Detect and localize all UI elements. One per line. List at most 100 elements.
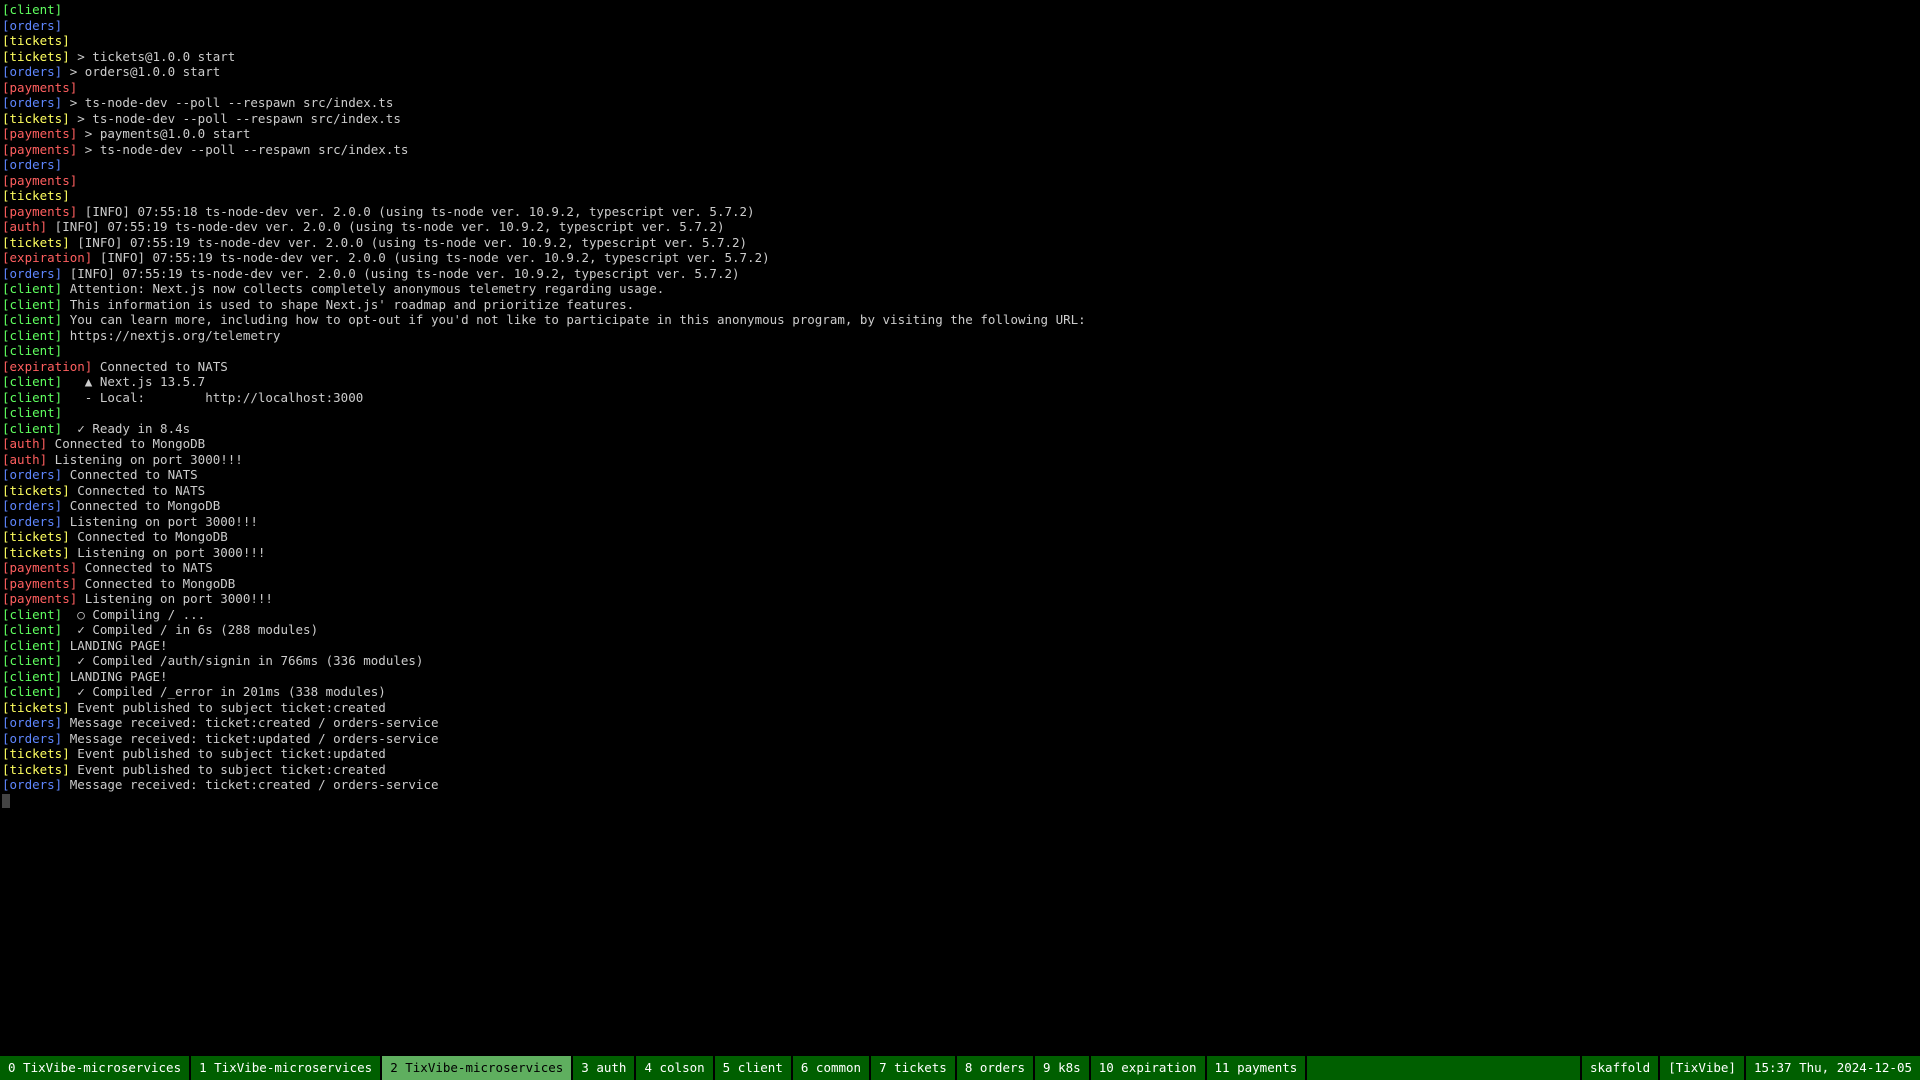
log-line: [client] LANDING PAGE!: [2, 669, 1918, 685]
log-line: [tickets] [INFO] 07:55:19 ts-node-dev ve…: [2, 235, 1918, 251]
service-tag-payments: [payments]: [2, 576, 77, 591]
log-message: [INFO] 07:55:18 ts-node-dev ver. 2.0.0 (…: [77, 204, 754, 219]
log-message: Listening on port 3000!!!: [62, 514, 258, 529]
service-tag-client: [client]: [2, 297, 62, 312]
tmux-window-5[interactable]: 5 client: [715, 1056, 793, 1080]
log-message: [INFO] 07:55:19 ts-node-dev ver. 2.0.0 (…: [62, 266, 739, 281]
tmux-window-4[interactable]: 4 colson: [636, 1056, 714, 1080]
tmux-window-8[interactable]: 8 orders: [957, 1056, 1035, 1080]
service-tag-orders: [orders]: [2, 514, 62, 529]
service-tag-payments: [payments]: [2, 204, 77, 219]
service-tag-orders: [orders]: [2, 777, 62, 792]
log-line: [expiration] Connected to NATS: [2, 359, 1918, 375]
service-tag-client: [client]: [2, 669, 62, 684]
tmux-window-0[interactable]: 0 TixVibe-microservices: [0, 1056, 191, 1080]
service-tag-orders: [orders]: [2, 467, 62, 482]
service-tag-tickets: [tickets]: [2, 746, 70, 761]
log-message: [62, 405, 70, 420]
log-line: [client]: [2, 405, 1918, 421]
service-tag-client: [client]: [2, 328, 62, 343]
service-tag-payments: [payments]: [2, 173, 77, 188]
log-message: ✓ Compiled /auth/signin in 766ms (336 mo…: [62, 653, 423, 668]
service-tag-orders: [orders]: [2, 64, 62, 79]
log-message: LANDING PAGE!: [62, 638, 167, 653]
log-message: LANDING PAGE!: [62, 669, 167, 684]
service-tag-tickets: [tickets]: [2, 762, 70, 777]
service-tag-orders: [orders]: [2, 731, 62, 746]
log-line: [payments] Connected to NATS: [2, 560, 1918, 576]
log-message: - Local: http://localhost:3000: [62, 390, 363, 405]
tmux-window-1[interactable]: 1 TixVibe-microservices: [191, 1056, 382, 1080]
log-line: [auth] Connected to MongoDB: [2, 436, 1918, 452]
log-line: [client] ✓ Compiled /_error in 201ms (33…: [2, 684, 1918, 700]
log-message: https://nextjs.org/telemetry: [62, 328, 280, 343]
tmux-window-list: 0 TixVibe-microservices1 TixVibe-microse…: [0, 1056, 1307, 1080]
log-message: [62, 157, 70, 172]
service-tag-client: [client]: [2, 638, 62, 653]
log-message: ✓ Compiled /_error in 201ms (338 modules…: [62, 684, 386, 699]
tmux-window-6[interactable]: 6 common: [793, 1056, 871, 1080]
session-name: [TixVibe]: [1658, 1056, 1744, 1080]
log-message: [62, 343, 70, 358]
log-line: [client] ✓ Compiled /auth/signin in 766m…: [2, 653, 1918, 669]
log-message: ✓ Compiled / in 6s (288 modules): [62, 622, 318, 637]
log-line: [expiration] [INFO] 07:55:19 ts-node-dev…: [2, 250, 1918, 266]
tmux-window-11[interactable]: 11 payments: [1207, 1056, 1308, 1080]
cursor-line: [2, 793, 1918, 809]
terminal-output[interactable]: [client] [orders] [tickets] [tickets] > …: [0, 0, 1920, 1056]
service-tag-auth: [auth]: [2, 436, 47, 451]
log-line: [auth] Listening on port 3000!!!: [2, 452, 1918, 468]
log-line: [orders] [INFO] 07:55:19 ts-node-dev ver…: [2, 266, 1918, 282]
log-message: Connected to MongoDB: [70, 529, 228, 544]
log-line: [tickets] Connected to NATS: [2, 483, 1918, 499]
log-message: > ts-node-dev --poll --respawn src/index…: [62, 95, 393, 110]
log-line: [payments] Listening on port 3000!!!: [2, 591, 1918, 607]
log-message: You can learn more, including how to opt…: [62, 312, 1086, 327]
datetime: 15:37 Thu, 2024-12-05: [1744, 1056, 1920, 1080]
service-tag-orders: [orders]: [2, 498, 62, 513]
log-message: [77, 80, 85, 95]
log-line: [tickets] Connected to MongoDB: [2, 529, 1918, 545]
log-line: [orders]: [2, 18, 1918, 34]
service-tag-payments: [payments]: [2, 126, 77, 141]
service-tag-client: [client]: [2, 374, 62, 389]
log-message: ▲ Next.js 13.5.7: [62, 374, 205, 389]
service-tag-payments: [payments]: [2, 560, 77, 575]
log-message: Message received: ticket:created / order…: [62, 715, 438, 730]
log-message: [62, 18, 70, 33]
service-tag-orders: [orders]: [2, 157, 62, 172]
log-line: [tickets] Event published to subject tic…: [2, 700, 1918, 716]
log-message: Connected to NATS: [77, 560, 212, 575]
log-message: > tickets@1.0.0 start: [70, 49, 236, 64]
tmux-window-7[interactable]: 7 tickets: [871, 1056, 957, 1080]
tmux-window-2[interactable]: 2 TixVibe-microservices: [382, 1056, 573, 1080]
tmux-window-10[interactable]: 10 expiration: [1091, 1056, 1207, 1080]
tmux-window-3[interactable]: 3 auth: [573, 1056, 636, 1080]
tmux-window-9[interactable]: 9 k8s: [1035, 1056, 1091, 1080]
log-line: [orders] Listening on port 3000!!!: [2, 514, 1918, 530]
log-line: [tickets] Event published to subject tic…: [2, 746, 1918, 762]
log-line: [auth] [INFO] 07:55:19 ts-node-dev ver. …: [2, 219, 1918, 235]
log-message: [70, 33, 78, 48]
log-line: [orders] > ts-node-dev --poll --respawn …: [2, 95, 1918, 111]
log-message: > orders@1.0.0 start: [62, 64, 220, 79]
log-message: > ts-node-dev --poll --respawn src/index…: [70, 111, 401, 126]
log-message: [77, 173, 85, 188]
tmux-statusbar: 0 TixVibe-microservices1 TixVibe-microse…: [0, 1056, 1920, 1080]
log-line: [client] LANDING PAGE!: [2, 638, 1918, 654]
service-tag-tickets: [tickets]: [2, 483, 70, 498]
log-message: [INFO] 07:55:19 ts-node-dev ver. 2.0.0 (…: [92, 250, 769, 265]
log-line: [payments] > ts-node-dev --poll --respaw…: [2, 142, 1918, 158]
log-message: [INFO] 07:55:19 ts-node-dev ver. 2.0.0 (…: [70, 235, 747, 250]
log-line: [orders] Connected to MongoDB: [2, 498, 1918, 514]
log-line: [tickets] Listening on port 3000!!!: [2, 545, 1918, 561]
log-message: [INFO] 07:55:19 ts-node-dev ver. 2.0.0 (…: [47, 219, 724, 234]
log-line: [tickets] > tickets@1.0.0 start: [2, 49, 1918, 65]
terminal-cursor: [2, 794, 10, 808]
service-tag-expiration: [expiration]: [2, 250, 92, 265]
log-message: ○ Compiling / ...: [62, 607, 205, 622]
service-tag-client: [client]: [2, 281, 62, 296]
service-tag-client: [client]: [2, 421, 62, 436]
log-message: Listening on port 3000!!!: [70, 545, 266, 560]
log-line: [orders] > orders@1.0.0 start: [2, 64, 1918, 80]
